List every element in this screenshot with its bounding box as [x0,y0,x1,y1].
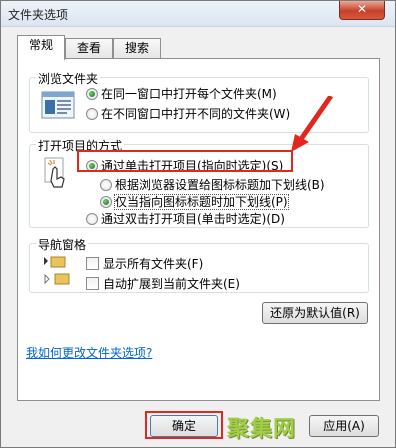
window-title: 文件夹选项 [8,8,69,22]
radio-selected-icon[interactable] [100,196,112,208]
annotation-arrow-icon [291,96,334,152]
tree-folders-icon [44,256,70,285]
double-click-option[interactable]: 通过双击打开项目(单击时选定)(D) [86,210,285,227]
apply-button[interactable]: 应用(A) [309,415,379,437]
tab-general[interactable]: 常规 [17,35,65,60]
underline-hover-option[interactable]: 仅当指向图标标题时加下划线(P) [100,193,289,210]
checkbox-icon[interactable] [86,257,99,270]
open-new-window-option[interactable]: 在不同窗口中打开不同的文件夹(W) [86,105,290,122]
show-all-folders-option[interactable]: 显示所有文件夹(F) [86,255,203,272]
highlight-box [77,150,293,172]
title-bar: 文件夹选项 ✕ [1,1,395,27]
auto-expand-option[interactable]: 自动扩展到当前文件夹(E) [86,275,240,292]
checkbox-icon[interactable] [86,277,99,290]
radio-icon[interactable] [100,179,112,191]
navigation-pane-group: 导航窗格 显示所有文件夹(F) 自动扩展到当前文件夹(E) [29,236,369,293]
help-link[interactable]: 我如何更改文件夹选项? [26,344,152,361]
radio-selected-icon[interactable] [86,88,98,100]
underline-browser-option[interactable]: 根据浏览器设置给图标标题加下划线(B) [100,176,325,193]
folder-window-icon [41,91,75,119]
radio-icon[interactable] [86,213,98,225]
restore-defaults-button[interactable]: 还原为默认值(R) [262,302,368,324]
tab-view[interactable]: 查看 [65,38,113,59]
radio-icon[interactable] [86,108,98,120]
tab-search[interactable]: 搜索 [113,38,161,59]
ok-button[interactable]: 确定 [150,415,218,437]
site-watermark: 聚集网 [227,417,297,442]
open-same-window-option[interactable]: 在同一窗口中打开每个文件夹(M) [86,85,277,102]
hand-pointer-icon [44,157,65,188]
close-button[interactable]: ✕ [339,1,385,20]
folder-options-dialog: 文件夹选项 ✕ 常规 查看 搜索 浏览文件夹 在同一窗口中打开每个文件夹(M) [0,0,396,448]
navigation-pane-label: 导航窗格 [36,236,89,253]
